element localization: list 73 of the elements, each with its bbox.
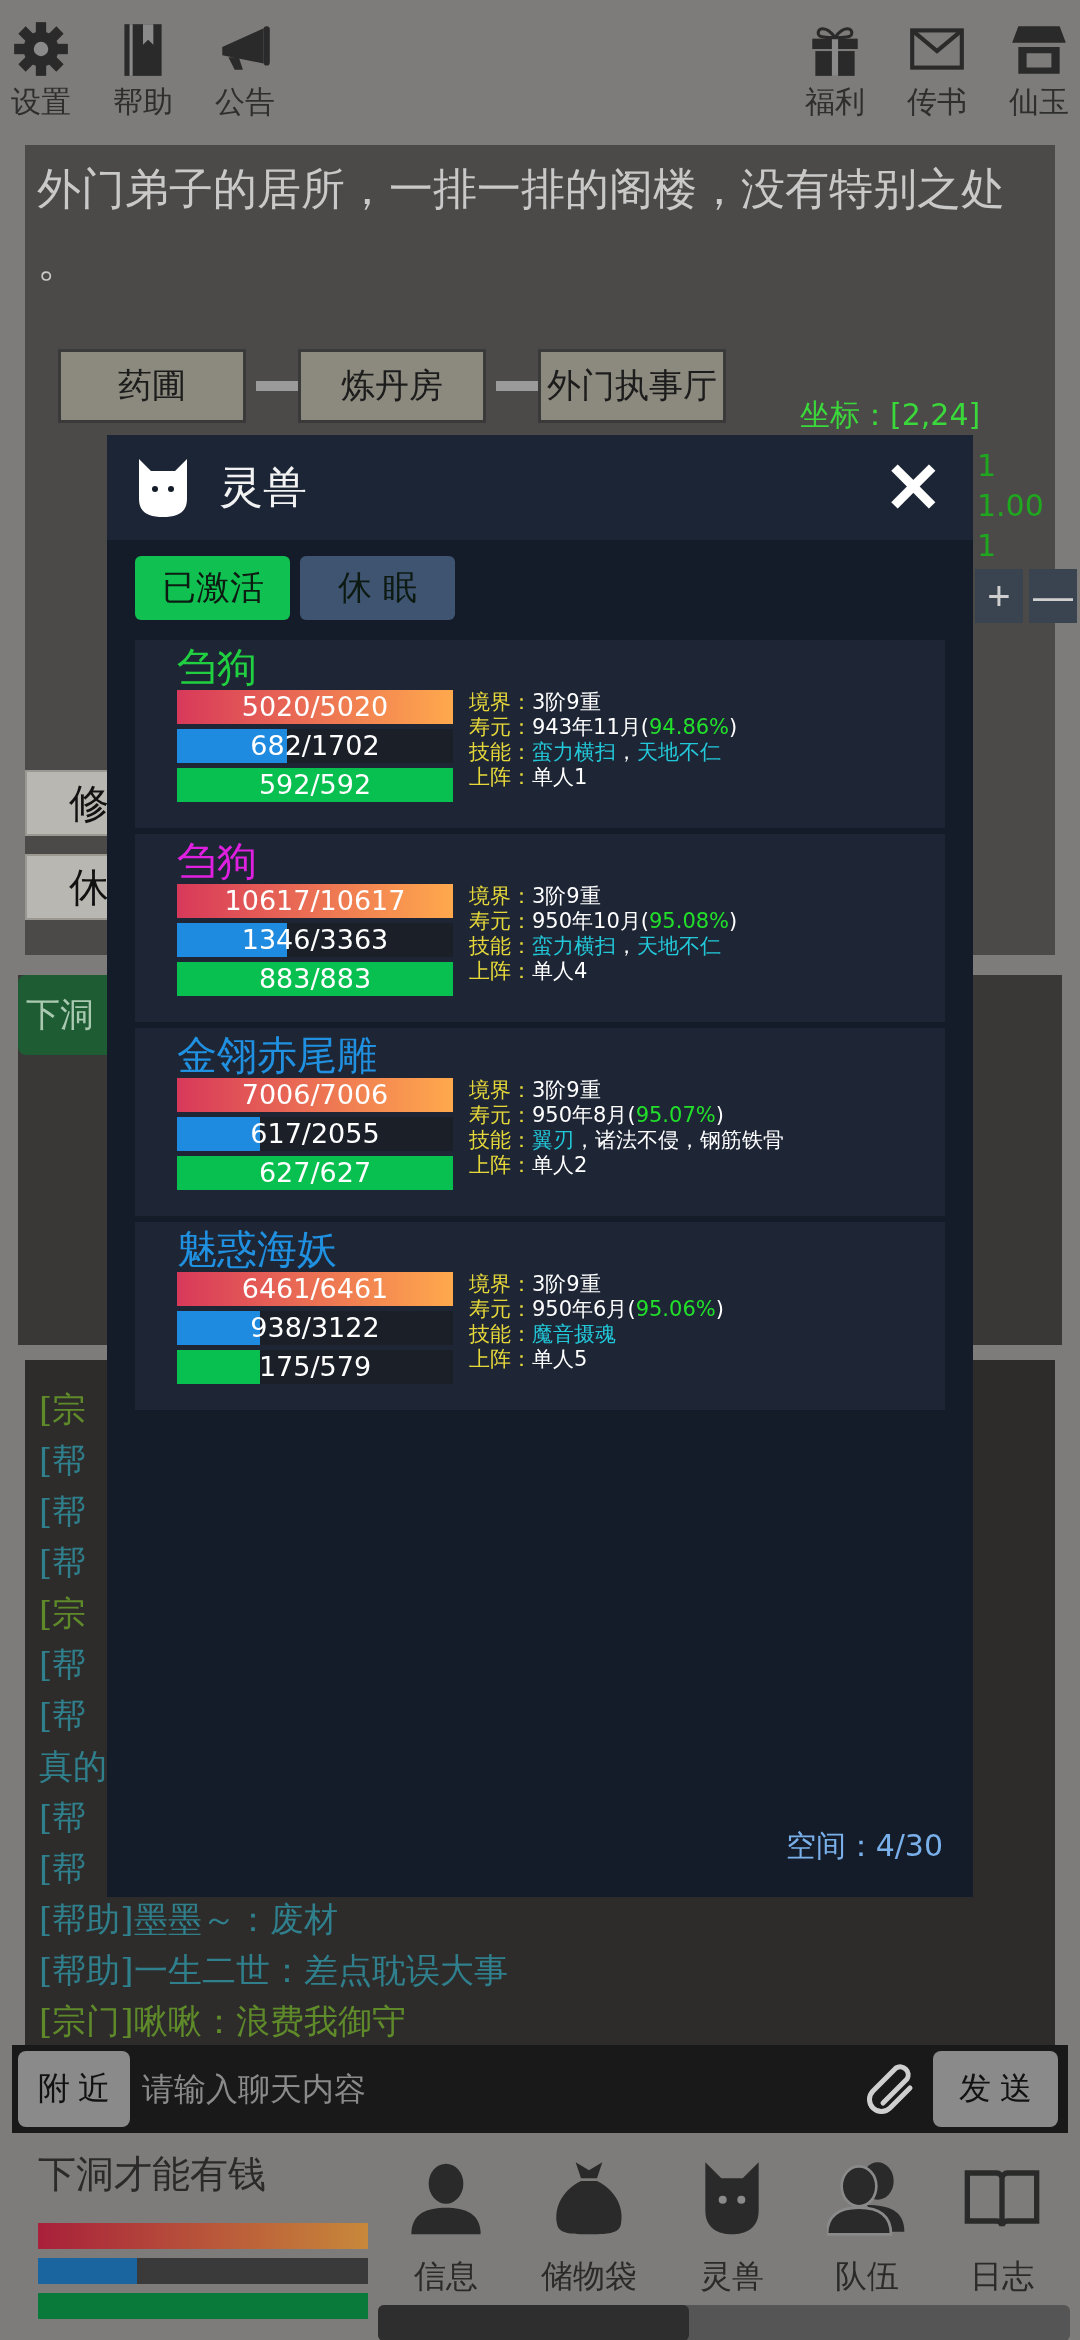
chat-message: [帮 <box>39 1439 87 1482</box>
stat-bar: 627/627 <box>177 1156 453 1190</box>
pet-attribute: 境界：3阶9重 <box>469 884 602 909</box>
nav-item[interactable]: 队伍 <box>827 2143 908 2299</box>
stat-bar: 175/579 <box>177 1350 453 1384</box>
zoom-button[interactable]: — <box>1029 569 1077 623</box>
chat-message: [帮 <box>39 1694 87 1737</box>
toolbar-label[interactable]: 公告 <box>215 82 275 123</box>
stat-bar: 10617/10617 <box>177 884 453 918</box>
nav-item[interactable]: 灵兽 <box>691 2143 772 2299</box>
toolbar-label[interactable]: 帮助 <box>113 82 173 123</box>
player-name: 下洞才能有钱 <box>38 2151 267 2198</box>
capacity-text: 空间：4/30 <box>785 1827 943 1865</box>
pet-attribute: 寿元：950年10月(95.08%) <box>469 909 739 934</box>
chat-message: [帮助]一生二世：差点耽误大事 <box>39 1949 508 1992</box>
chat-message: [帮 <box>39 1847 87 1890</box>
pet-attribute: 技能：魔音摄魂 <box>469 1322 617 1347</box>
pet-attribute: 境界：3阶9重 <box>469 1272 602 1297</box>
pet-attribute: 技能：蛮力横扫，天地不仁 <box>469 934 722 959</box>
chat-message: 真的 <box>39 1745 107 1788</box>
cat-icon <box>137 456 189 519</box>
stat-bar: 6461/6461 <box>177 1272 453 1306</box>
pet-name: 金翎赤尾雕 <box>177 1032 378 1078</box>
pet-attribute: 上阵：单人1 <box>469 765 589 790</box>
reading-text: 1 <box>977 449 998 483</box>
chat-message: [帮 <box>39 1490 87 1533</box>
chat-message: [宗 <box>39 1388 87 1431</box>
tab[interactable]: 已激活 <box>135 556 290 620</box>
nav-item[interactable]: 日志 <box>962 2143 1043 2299</box>
stat-bar: 7006/7006 <box>177 1078 453 1112</box>
chat-message: [帮助]墨墨～：废材 <box>39 1898 338 1941</box>
chat-message: [帮 <box>39 1541 87 1584</box>
pet-attribute: 技能：翼刃，诸法不侵，钢筋铁骨 <box>469 1128 785 1153</box>
coordinates-text: 坐标：[2,24] <box>800 396 981 434</box>
reading-text: 1 <box>977 529 998 563</box>
pet-name: 刍狗 <box>177 644 258 690</box>
reading-text: 1.00 <box>977 489 1044 523</box>
scrollbar[interactable] <box>378 2305 1070 2340</box>
pet-attribute: 技能：蛮力横扫，天地不仁 <box>469 740 722 765</box>
nav-item[interactable]: 信息 <box>405 2143 486 2299</box>
stat-bar: 5020/5020 <box>177 690 453 724</box>
map-node[interactable]: 外门执事厅 <box>538 349 726 423</box>
toolbar-label[interactable]: 福利 <box>805 82 865 123</box>
stat-bar: 592/592 <box>177 768 453 802</box>
send-button[interactable]: 发 送 <box>933 2051 1058 2127</box>
pet-attribute: 寿元：950年8月(95.07%) <box>469 1103 725 1128</box>
pet-attribute: 境界：3阶9重 <box>469 690 602 715</box>
map-node[interactable]: 药圃 <box>58 349 246 423</box>
map-node[interactable]: 炼丹房 <box>298 349 486 423</box>
stat-bar: 883/883 <box>177 962 453 996</box>
pet-attribute: 境界：3阶9重 <box>469 1078 602 1103</box>
pet-attribute: 上阵：单人5 <box>469 1347 589 1372</box>
toolbar-label[interactable]: 仙玉 <box>1009 82 1069 123</box>
location-description: 外门弟子的居所，一排一排的阁楼，没有特别之处。 <box>36 162 1006 288</box>
pet-attribute: 寿元：950年6月(95.06%) <box>469 1297 725 1322</box>
chat-message: [帮 <box>39 1643 87 1686</box>
toolbar-label[interactable]: 设置 <box>11 82 71 123</box>
pet-name: 刍狗 <box>177 838 258 884</box>
pet-attribute: 寿元：943年11月(94.86%) <box>469 715 739 740</box>
pet-attribute: 上阵：单人2 <box>469 1153 589 1178</box>
zoom-button[interactable]: + <box>975 569 1023 623</box>
chat-input[interactable]: 请输入聊天内容 <box>140 2058 853 2120</box>
pet-attribute: 上阵：单人4 <box>469 959 589 984</box>
toolbar-label[interactable]: 传书 <box>907 82 967 123</box>
chat-message: [宗门]啾啾：浪费我御守 <box>39 2000 406 2043</box>
chat-message: [宗 <box>39 1592 87 1635</box>
chat-bar[interactable]: 附 近 请输入聊天内容 发 送 <box>12 2045 1068 2133</box>
nav-item[interactable]: 储物袋 <box>540 2143 637 2299</box>
channel-button[interactable]: 附 近 <box>18 2051 130 2127</box>
chat-message: [帮 <box>39 1796 87 1839</box>
close-button[interactable]: ✕ <box>884 452 943 523</box>
pet-name: 魅惑海妖 <box>177 1226 338 1272</box>
modal-title: 灵兽 <box>219 460 308 514</box>
